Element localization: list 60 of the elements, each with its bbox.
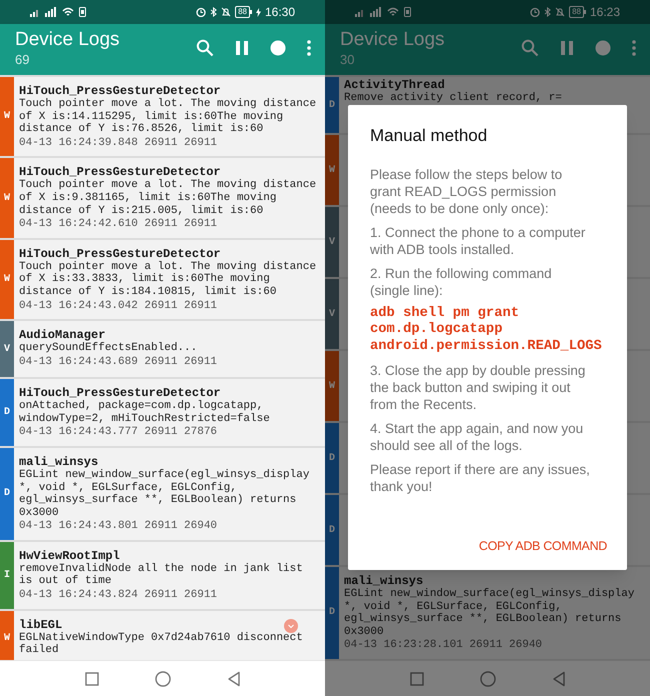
log-tag: ActivityThread [344, 78, 445, 92]
level-stripe: W [0, 610, 14, 660]
log-message: EGLint new_window_surface(egl_winsys_display *, void *, EGLSurface, EGLConfig, egl_winsys_surface **, EGLBoolean) returns 0x3000 [19, 468, 310, 520]
dialog-text: Please follow the steps below to grant READ_LOGS permission (needs to be done only once): [370, 166, 564, 216]
log-tag: HiTouch_PressGestureDetector [19, 246, 221, 261]
level-stripe: V [0, 321, 14, 378]
dialog-text: 4. Start the app again, and now you should see all of the logs. [370, 420, 584, 454]
log-tag: HiTouch_PressGestureDetector [19, 165, 221, 180]
log-tag: HiTouch_PressGestureDetector [19, 84, 221, 98]
battery-level: 88 [569, 6, 584, 18]
level-stripe: D [325, 77, 339, 133]
log-tag: libEGL [19, 618, 62, 632]
level-stripe: W [0, 77, 14, 156]
level-stripe: D [325, 495, 339, 565]
log-message: EGLint new_window_surface(egl_winsys_display *, void *, EGLSurface, EGLConfig, egl_winsys_surface **, EGLBoolean) returns 0x3000 [344, 588, 636, 638]
level-stripe: W [325, 135, 339, 205]
log-message: Remove activity client record, r= [344, 92, 562, 105]
dialog-text: Please report if there are any issues, thank you! [370, 461, 591, 495]
log-meta: 04-13 16:24:43.042 26911 26911 [19, 300, 218, 312]
level-stripe: V [325, 279, 339, 349]
log-tag: HiTouch_PressGestureDetector [19, 386, 221, 400]
log-count: 30 [340, 52, 356, 68]
log-meta: 04-13 16:24:42.610 26911 26911 [19, 218, 218, 231]
log-message: Touch pointer move a lot. The moving distance of X is:14.115295, limit is:60The moving distance of Y is:76.8526, limit is:60 [19, 98, 318, 136]
log-message: EGLNativeWindowType 0x7d24ab7610 disconnect failed [19, 632, 304, 657]
level-stripe: W [0, 158, 14, 238]
clock-time: 16:23 [590, 4, 620, 21]
log-tag: mali_winsys [344, 574, 424, 588]
level-stripe: I [0, 542, 14, 609]
log-meta: 04-13 16:24:43.824 26911 26911 [19, 589, 218, 602]
level-stripe: D [325, 567, 339, 659]
log-tag: HwViewRootImpl [19, 548, 120, 563]
app-title: Device Logs [340, 28, 445, 52]
level-stripe: W [0, 240, 14, 320]
level-stripe: D [325, 423, 339, 493]
dialog-text: 2. Run the following command (single line): [370, 264, 553, 298]
level-stripe: W [325, 351, 339, 421]
dialog-text: 1. Connect the phone to a computer with ADB tools installed. [370, 224, 586, 258]
level-stripe: D [0, 448, 14, 540]
level-stripe: V [325, 207, 339, 277]
log-meta: 04-13 16:24:43.777 26911 27876 [19, 426, 218, 439]
adb-command: adb shell pm grant com.dp.logcatapp android.permission.READ_LOGS [370, 306, 603, 355]
dialog-title: Manual method [370, 125, 488, 147]
log-message: Touch pointer move a lot. The moving distance of X is:9.381165, limit is:60The moving distance of Y is:215.005, limit is:60 [19, 179, 318, 218]
log-meta: 04-13 16:24:43.689 26911 26911 [19, 356, 218, 368]
log-message: querySoundEffectsEnabled... [19, 342, 198, 355]
log-message: onAttached, package=com.dp.logcatapp, windowType=2, mHiTouchRestricted=false [19, 400, 271, 426]
log-meta: 04-13 16:23:28.101 26911 26940 [344, 639, 542, 652]
log-meta: 04-13 16:24:43.801 26911 26940 [19, 520, 218, 533]
log-count: 69 [15, 52, 30, 68]
log-tag: AudioManager [19, 328, 106, 342]
log-meta: 04-13 16:24:39.848 26911 26911 [19, 136, 218, 150]
log-message: Touch pointer move a lot. The moving distance of X is:33.3833, limit is:60The moving distance of Y is:184.10815, limit is:60 [19, 260, 318, 299]
battery-level: 88 [235, 6, 250, 18]
clock-time: 16:30 [264, 4, 295, 21]
dialog-text: 3. Close the app by double pressing the back button and swiping it out from the Recents. [370, 362, 586, 413]
log-tag: mali_winsys [19, 454, 98, 469]
app-title: Device Logs [15, 28, 120, 52]
log-message: removeInvalidNode all the node in jank list is out of time [19, 562, 304, 588]
level-stripe: D [0, 379, 14, 446]
